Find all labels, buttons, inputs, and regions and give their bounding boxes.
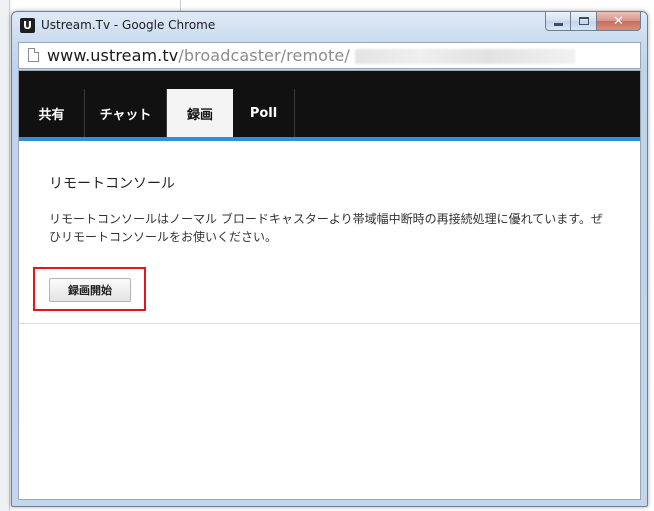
close-icon: ✕ — [613, 13, 624, 29]
description-text: リモートコンソールはノーマル ブロードキャスターより帯域幅中断時の再接続処理に優… — [49, 212, 604, 244]
window-title: Ustream.Tv - Google Chrome — [41, 18, 216, 32]
url-text: www.ustream.tv/broadcaster/remote/ — [47, 46, 350, 65]
section-title: リモートコンソール — [49, 176, 175, 192]
url-path: /broadcaster/remote/ — [178, 46, 350, 65]
tab-chat[interactable]: チャット — [85, 89, 167, 137]
page-icon — [28, 48, 39, 62]
tab-share[interactable]: 共有 — [19, 89, 85, 137]
page-content: 共有 チャット 録画 Poll リモートコンソール リモートコンソールはノーマル… — [18, 70, 641, 500]
minimize-icon — [553, 22, 563, 26]
tab-bar: 共有 チャット 録画 Poll — [19, 71, 640, 141]
url-redacted-blur — [355, 49, 575, 64]
section-divider — [19, 323, 640, 324]
window-controls: ✕ — [545, 12, 641, 32]
url-host: www.ustream.tv — [47, 46, 179, 65]
start-recording-button[interactable]: 録画開始 — [49, 278, 131, 302]
tab-record[interactable]: 録画 — [167, 89, 233, 137]
browser-window: U Ustream.Tv - Google Chrome ✕ www.ustre… — [11, 11, 648, 507]
maximize-icon — [578, 17, 589, 25]
title-bar[interactable]: U Ustream.Tv - Google Chrome ✕ — [12, 12, 647, 42]
maximize-button[interactable] — [571, 12, 597, 31]
ustream-app-icon: U — [20, 18, 35, 33]
close-button[interactable]: ✕ — [597, 12, 641, 31]
tab-poll[interactable]: Poll — [233, 89, 295, 137]
address-bar[interactable]: www.ustream.tv/broadcaster/remote/ — [18, 42, 641, 69]
minimize-button[interactable] — [545, 12, 571, 31]
